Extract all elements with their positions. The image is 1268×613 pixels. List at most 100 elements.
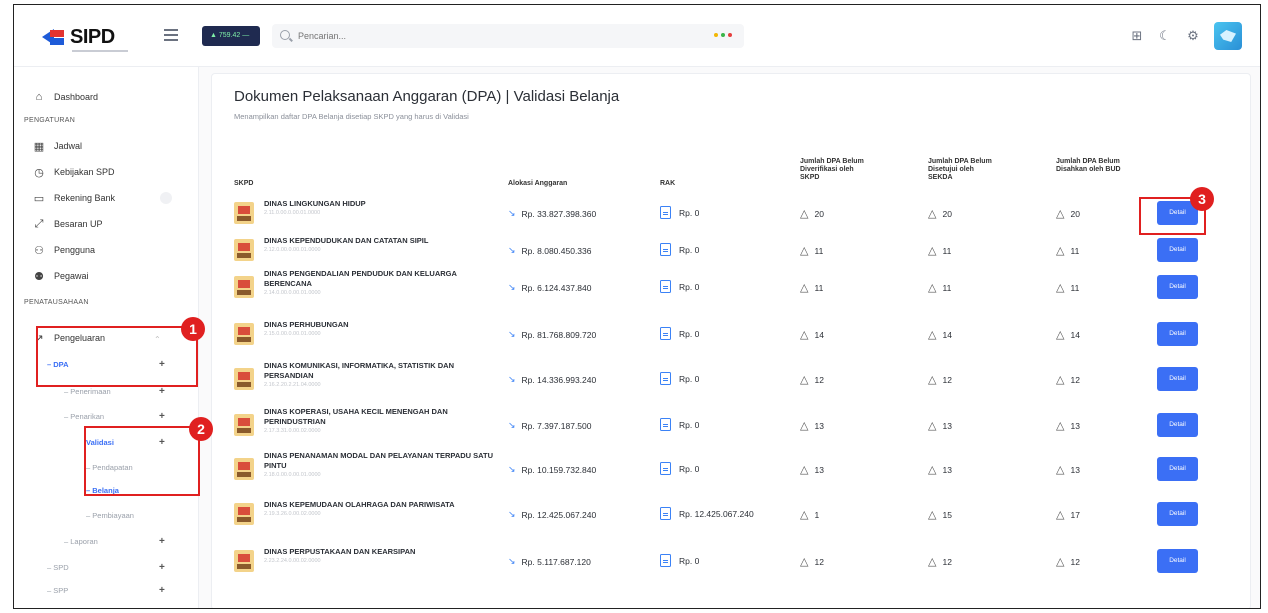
document-icon (660, 372, 671, 385)
sidebar-item-label: Pembiayaan (92, 511, 134, 520)
skpd-logo-icon (234, 276, 254, 298)
page-title: Dokumen Pelaksanaan Anggaran (DPA) | Val… (234, 88, 620, 105)
document-icon (660, 418, 671, 431)
layout-icon[interactable]: ⊞ (1130, 29, 1144, 43)
count-skpd-cell: △ 13 (800, 463, 824, 476)
sidebar-item-pegawai[interactable]: ⚉ Pegawai (32, 267, 89, 285)
count-sekda-cell: △ 14 (928, 328, 952, 341)
col-header-bud-count: Jumlah DPA Belum Disahkan oleh BUD (1056, 158, 1121, 173)
user-icon: ⚇ (34, 244, 44, 257)
moon-icon[interactable]: ☾ (1158, 29, 1172, 43)
sidebar-item-besaran[interactable]: ⤢ Besaran UP (32, 215, 103, 233)
detail-button[interactable]: Detail (1157, 322, 1198, 346)
trend-down-icon: ↘ (508, 556, 516, 566)
sidebar-item-label: Pegawai (54, 271, 89, 281)
search-bar[interactable] (272, 24, 744, 48)
hamburger-menu-icon[interactable] (164, 29, 178, 41)
document-icon (660, 462, 671, 475)
warning-triangle-icon: △ (928, 245, 937, 257)
count-value: 12 (942, 374, 952, 385)
count-value: 20 (942, 208, 952, 219)
skpd-code: 2.15.0.00.0.00.01.0000 (264, 331, 321, 337)
alokasi-value: Rp. 6.124.437.840 (521, 282, 592, 293)
sidebar-item-spd[interactable]: – SPD (47, 561, 69, 575)
search-input[interactable] (298, 24, 598, 48)
detail-button[interactable]: Detail (1157, 238, 1198, 262)
detail-button[interactable]: Detail (1157, 457, 1198, 481)
search-icon (280, 30, 290, 40)
warning-triangle-icon: △ (928, 329, 937, 341)
logo-subline (72, 50, 128, 52)
rak-value: Rp. 0 (679, 328, 700, 339)
trend-down-icon: ↘ (508, 509, 516, 519)
count-bud-cell: △ 13 (1056, 419, 1080, 432)
sidebar-item-jadwal[interactable]: ▦ Jadwal (32, 137, 82, 155)
sidebar-item-pengguna[interactable]: ⚇ Pengguna (32, 241, 95, 259)
rak-cell: Rp. 0 (660, 280, 699, 293)
document-icon (660, 243, 671, 256)
dpa-card: Dokumen Pelaksanaan Anggaran (DPA) | Val… (211, 73, 1251, 608)
alokasi-cell: ↘ Rp. 5.117.687.120 (508, 556, 591, 567)
count-sekda-cell: △ 13 (928, 419, 952, 432)
plus-icon[interactable]: + (159, 585, 165, 596)
sidebar-item-pembiayaan[interactable]: – Pembiayaan (86, 509, 134, 523)
stats-chip: ▲ 759.42 — (202, 26, 260, 46)
plus-icon[interactable]: + (159, 536, 165, 547)
sipd-logo[interactable]: SIPD (42, 23, 115, 51)
annotation-badge-3: 3 (1190, 187, 1214, 211)
status-dot-green (721, 33, 725, 37)
skpd-code: 2.17.3.31.0.00.02.0000 (264, 428, 321, 434)
count-value: 20 (1070, 208, 1080, 219)
plus-icon[interactable]: + (159, 562, 165, 573)
sidebar-item-spp[interactable]: – SPP (47, 584, 68, 598)
warning-triangle-icon: △ (1056, 208, 1065, 220)
skpd-logo-icon (234, 323, 254, 345)
alokasi-value: Rp. 33.827.398.360 (521, 208, 597, 219)
plus-icon[interactable]: + (159, 411, 165, 422)
home-icon: ⌂ (35, 91, 43, 103)
app-window: SIPD ▲ 759.42 — ⊞ ☾ ⚙ ⌂ Dashboard PENGATU… (13, 4, 1261, 609)
detail-button[interactable]: Detail (1157, 367, 1198, 391)
sidebar-item-laporan[interactable]: – Laporan (64, 535, 98, 549)
warning-triangle-icon: △ (1056, 420, 1065, 432)
card-icon: ▭ (33, 192, 45, 205)
warning-triangle-icon: △ (1056, 245, 1065, 257)
warning-triangle-icon: △ (1056, 329, 1065, 341)
warning-triangle-icon: △ (1056, 464, 1065, 476)
document-icon (660, 554, 671, 567)
detail-button[interactable]: Detail (1157, 275, 1198, 299)
alokasi-cell: ↘ Rp. 10.159.732.840 (508, 464, 596, 475)
detail-button[interactable]: Detail (1157, 549, 1198, 573)
warning-triangle-icon: △ (1056, 509, 1065, 521)
plus-icon[interactable]: + (159, 386, 165, 397)
rak-cell: Rp. 0 (660, 554, 699, 567)
sidebar-item-kebijakan[interactable]: ◷ Kebijakan SPD (32, 163, 114, 181)
sidebar-item-penarikan[interactable]: – Penarikan (64, 410, 104, 424)
calendar-icon: ▦ (33, 140, 45, 153)
sidebar-item-label: Pengguna (54, 245, 96, 255)
rak-cell: Rp. 0 (660, 206, 699, 219)
sidebar-item-penerimaan[interactable]: – Penerimaan (64, 385, 111, 399)
count-value: 12 (814, 374, 824, 385)
settings-icon[interactable]: ⚙ (1186, 29, 1200, 43)
sidebar-item-rekening[interactable]: ▭ Rekening Bank (32, 189, 182, 207)
skpd-name: DINAS PERPUSTAKAAN DAN KEARSIPAN (264, 547, 416, 556)
avatar[interactable] (1214, 22, 1242, 50)
trend-down-icon: ↘ (508, 329, 516, 339)
alokasi-value: Rp. 81.768.809.720 (521, 329, 597, 340)
warning-triangle-icon: △ (800, 245, 809, 257)
detail-button[interactable]: Detail (1157, 502, 1198, 526)
detail-button[interactable]: Detail (1157, 413, 1198, 437)
count-bud-cell: △ 11 (1056, 281, 1079, 294)
skpd-name: DINAS PENANAMAN MODAL DAN PELAYANAN TERP… (264, 451, 494, 470)
rak-cell: Rp. 0 (660, 372, 699, 385)
sidebar-item-label: Besaran UP (54, 219, 103, 229)
warning-triangle-icon: △ (928, 556, 937, 568)
count-sekda-cell: △ 12 (928, 373, 952, 386)
section-penatausahaan: PENATAUSAHAAN (24, 299, 89, 306)
skpd-logo-icon (234, 550, 254, 572)
alokasi-cell: ↘ Rp. 14.336.993.240 (508, 374, 596, 385)
trend-down-icon: ↘ (508, 282, 516, 292)
sidebar-item-dashboard[interactable]: ⌂ Dashboard (32, 88, 98, 106)
count-skpd-cell: △ 11 (800, 244, 823, 257)
